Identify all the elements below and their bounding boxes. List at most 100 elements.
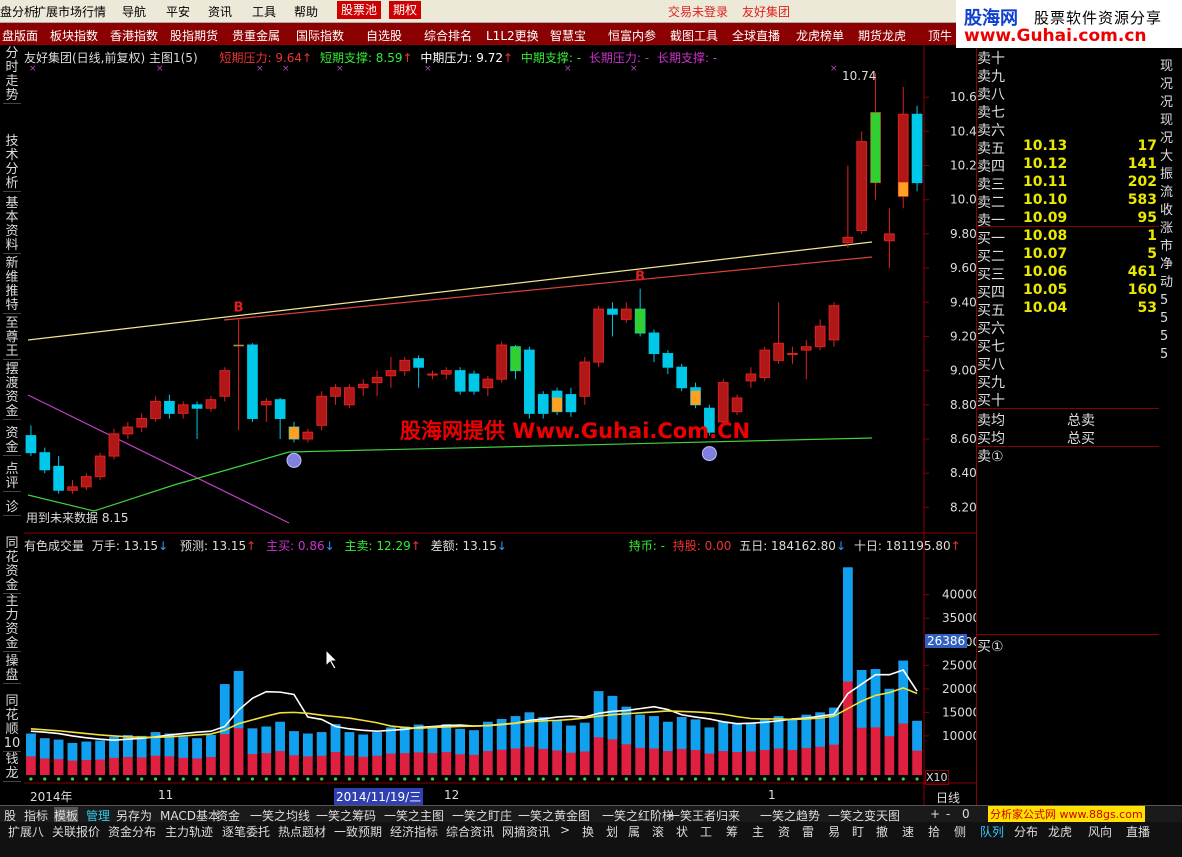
tab-13[interactable]: 龙虎榜单 (796, 27, 844, 44)
tab-8[interactable]: L1L2更换 (486, 27, 539, 44)
ext-btn-8[interactable]: 综合资讯 (446, 823, 494, 840)
tab-11[interactable]: 截图工具 (670, 27, 718, 44)
ext-btn-31[interactable]: 直播 (1126, 823, 1150, 840)
ext-btn-2[interactable]: 资金分布 (108, 823, 156, 840)
tab-4[interactable]: 贵重金属 (232, 27, 280, 44)
tab-1[interactable]: 板块指数 (50, 27, 98, 44)
side-tab-5[interactable]: 摆渡资金 (3, 363, 21, 420)
tab-3[interactable]: 股指期货 (170, 27, 218, 44)
tab-0[interactable]: 盘版面 (2, 27, 38, 44)
side-tab-b3[interactable]: 同花顺10 (3, 695, 21, 752)
orderbook-row-17[interactable]: 买八 (977, 354, 1157, 373)
side-tab-b2[interactable]: 操盘 (3, 655, 21, 684)
ext-btn-22[interactable]: 盯 (852, 823, 864, 840)
side-tab-b0[interactable]: 同花资金 (3, 537, 21, 594)
menu-stock-pool[interactable]: 股票池 (337, 1, 382, 19)
ext-btn-10[interactable]: > (560, 823, 570, 837)
orderbook-row-5[interactable]: 卖五 10.13 17 (977, 138, 1157, 157)
ext-btn-5[interactable]: 热点题材 (278, 823, 326, 840)
zoom-plus[interactable]: + (930, 807, 940, 821)
orderbook-row-11[interactable]: 买二 10.07 5 (977, 246, 1157, 265)
ext-btn-16[interactable]: 工 (700, 823, 712, 840)
ext-btn-25[interactable]: 拾 (928, 823, 940, 840)
side-tab-b1[interactable]: 主力资金 (3, 595, 21, 652)
ext-btn-0[interactable]: 扩展八 (8, 823, 44, 840)
ext-btn-3[interactable]: 主力轨迹 (165, 823, 213, 840)
ext-btn-19[interactable]: 资 (778, 823, 790, 840)
menu-help[interactable]: 帮助 (294, 3, 318, 20)
orderbook-row-8[interactable]: 卖二 10.10 583 (977, 192, 1157, 211)
orderbook-row-1[interactable]: 卖九 (977, 66, 1157, 85)
ext-btn-4[interactable]: 逐笔委托 (222, 823, 270, 840)
ext-btn-29[interactable]: 龙虎 (1048, 823, 1072, 840)
orderbook-row-15[interactable]: 买六 (977, 318, 1157, 337)
orderbook-row-6[interactable]: 卖四 10.12 141 (977, 156, 1157, 175)
orderbook-row-12[interactable]: 买三 10.06 461 (977, 264, 1157, 283)
orderbook-row-7[interactable]: 卖三 10.11 202 (977, 174, 1157, 193)
orderbook-row-13[interactable]: 买四 10.05 160 (977, 282, 1157, 301)
zoom-minus[interactable]: - (946, 807, 950, 821)
side-tab-b4[interactable]: 钱龙 (3, 753, 21, 782)
side-tab-6[interactable]: 资金 (3, 427, 21, 456)
ext-btn-23[interactable]: 撤 (876, 823, 888, 840)
ext-btn-1[interactable]: 关联报价 (52, 823, 100, 840)
tab-9[interactable]: 智慧宝 (550, 27, 586, 44)
chart-area[interactable]: 10.60 10.40 10.20 10.00 9.80 9.60 9.40 9.20 9.00… (24, 45, 976, 805)
menu-fenxi[interactable]: 盘分析 (0, 3, 36, 20)
side-tab-0[interactable]: 分时走势 (3, 47, 21, 104)
tab-15[interactable]: 顶牛 (928, 27, 952, 44)
menu-navigate[interactable]: 导航 (122, 3, 146, 20)
ext-btn-30[interactable]: 风向 (1088, 823, 1112, 840)
volume-dot (666, 777, 670, 781)
ext-btn-12[interactable]: 划 (606, 823, 618, 840)
tab-5[interactable]: 国际指数 (296, 27, 344, 44)
orderbook-row-18[interactable]: 买九 (977, 372, 1157, 391)
orderbook-row-14[interactable]: 买五 10.04 53 (977, 300, 1157, 319)
period-selector[interactable]: 日线 (936, 789, 960, 806)
ext-btn-24[interactable]: 速 (902, 823, 914, 840)
ext-btn-26[interactable]: 侧 (954, 823, 966, 840)
zoom-zero[interactable]: 0 (962, 807, 970, 821)
ext-btn-27[interactable]: 队列 (980, 823, 1004, 840)
menu-news[interactable]: 资讯 (208, 3, 232, 20)
orderbook-row-4[interactable]: 卖六 (977, 120, 1157, 139)
ext-btn-7[interactable]: 经济指标 (390, 823, 438, 840)
tab-7[interactable]: 综合排名 (424, 27, 472, 44)
menu-options[interactable]: 期权 (389, 1, 422, 19)
orderbook-row-0[interactable]: 卖十 (977, 48, 1157, 67)
menu-tools[interactable]: 工具 (252, 3, 276, 20)
tab-14[interactable]: 期货龙虎 (858, 27, 906, 44)
ext-btn-28[interactable]: 分布 (1014, 823, 1038, 840)
tab-6[interactable]: 自选股 (366, 27, 402, 44)
menu-extended-market[interactable]: 扩展市场行情 (34, 3, 106, 20)
side-tab-4[interactable]: 至尊王 (3, 317, 21, 360)
ext-btn-11[interactable]: 换 (582, 823, 594, 840)
side-tab-3[interactable]: 新维推特 (3, 257, 21, 314)
tab-10[interactable]: 恒富内参 (608, 27, 656, 44)
ext-btn-17[interactable]: 筹 (726, 823, 738, 840)
side-tab-1[interactable]: 技术分析 (3, 135, 21, 192)
ext-btn-18[interactable]: 主 (752, 823, 764, 840)
login-status[interactable]: 交易未登录 (668, 3, 728, 20)
ext-btn-14[interactable]: 滚 (652, 823, 664, 840)
orderbook-row-10[interactable]: 买一 10.08 1 (977, 228, 1157, 247)
ext-btn-21[interactable]: 易 (828, 823, 840, 840)
side-tab-7[interactable]: 点评 (3, 463, 21, 492)
orderbook-row-3[interactable]: 卖七 (977, 102, 1157, 121)
ext-btn-15[interactable]: 状 (676, 823, 688, 840)
ext-btn-6[interactable]: 一致预期 (334, 823, 382, 840)
ext-btn-9[interactable]: 网摘资讯 (502, 823, 550, 840)
ext-btn-13[interactable]: 属 (628, 823, 640, 840)
candle-body (399, 359, 411, 372)
candle-body (164, 400, 175, 414)
ad-banner[interactable]: 分析家公式网 www.88gs.com (988, 806, 1145, 822)
ext-btn-20[interactable]: 雷 (802, 823, 814, 840)
orderbook-row-19[interactable]: 买十 (977, 390, 1157, 409)
tab-12[interactable]: 全球直播 (732, 27, 780, 44)
side-tab-2[interactable]: 基本资料 (3, 197, 21, 254)
side-tab-8[interactable]: 诊 (3, 501, 21, 516)
orderbook-row-16[interactable]: 买七 (977, 336, 1157, 355)
tab-2[interactable]: 香港指数 (110, 27, 158, 44)
menu-pingan[interactable]: 平安 (166, 3, 190, 20)
orderbook-row-2[interactable]: 卖八 (977, 84, 1157, 103)
